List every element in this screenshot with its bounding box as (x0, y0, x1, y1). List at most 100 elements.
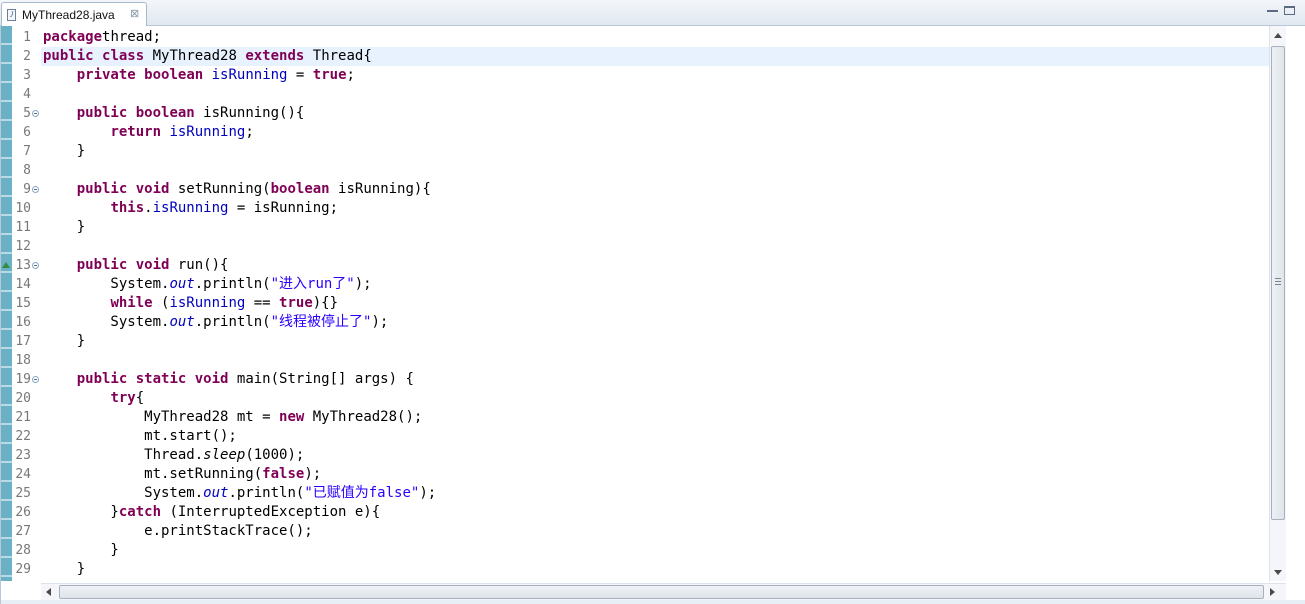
code-line[interactable]: 1 packagethread; (1, 28, 1269, 47)
code-line[interactable]: 29 } (1, 560, 1269, 579)
code-line[interactable]: 27 e.printStackTrace(); (1, 522, 1269, 541)
code-line[interactable]: 14 System.out.println("进入run了"); (1, 275, 1269, 294)
code-text[interactable]: } (41, 142, 1269, 161)
override-marker-icon[interactable] (2, 262, 10, 268)
maximize-icon[interactable] (1284, 6, 1295, 15)
code-line[interactable]: 22 mt.start(); (1, 427, 1269, 446)
fold-collapse-icon[interactable] (32, 186, 39, 193)
line-number: 7 (23, 144, 31, 159)
code-line[interactable]: 8 (1, 161, 1269, 180)
code-line[interactable]: 12 (1, 237, 1269, 256)
line-number: 21 (15, 410, 31, 425)
code-text[interactable]: } (41, 541, 1269, 560)
code-line[interactable]: 13 public void run(){ (1, 256, 1269, 275)
code-token: isRunning){ (329, 181, 431, 197)
code-line[interactable]: 16 System.out.println("线程被停止了"); (1, 313, 1269, 332)
code-line[interactable]: 4 (1, 85, 1269, 104)
code-line[interactable]: 7 } (1, 142, 1269, 161)
fold-collapse-icon[interactable] (32, 376, 39, 383)
code-text[interactable]: private boolean isRunning = true; (41, 66, 1269, 85)
vertical-scroll-thumb[interactable] (1271, 46, 1285, 520)
code-line[interactable]: 9 public void setRunning(boolean isRunni… (1, 180, 1269, 199)
code-text[interactable]: public boolean isRunning(){ (41, 104, 1269, 123)
code-line[interactable]: 24 mt.setRunning(false); (1, 465, 1269, 484)
code-text[interactable]: public static void main(String[] args) { (41, 370, 1269, 389)
code-token: return (110, 124, 162, 140)
code-text[interactable]: this.isRunning = isRunning; (41, 199, 1269, 218)
code-text[interactable]: while (isRunning == true){} (41, 294, 1269, 313)
code-token: ); (304, 466, 322, 482)
code-line[interactable]: 25 System.out.println("已赋值为false"); (1, 484, 1269, 503)
code-text[interactable]: packagethread; (41, 28, 1269, 47)
code-text[interactable]: System.out.println("已赋值为false"); (41, 484, 1269, 503)
code-area[interactable]: 1 packagethread; 2 public class MyThread28 … (1, 26, 1269, 581)
code-line[interactable]: 10 this.isRunning = isRunning; (1, 199, 1269, 218)
horizontal-scroll-thumb[interactable] (59, 585, 1264, 599)
code-text[interactable]: public void run(){ (41, 256, 1269, 275)
code-text[interactable]: try{ (41, 389, 1269, 408)
code-token: catch (118, 504, 162, 520)
fold-collapse-icon[interactable] (32, 262, 39, 269)
code-text[interactable] (41, 351, 1269, 370)
code-text[interactable]: Thread.sleep(1000); (41, 446, 1269, 465)
tab-mythread28-java[interactable]: J MyThread28.java ⊠ (1, 2, 147, 26)
code-line[interactable]: 5 public boolean isRunning(){ (1, 104, 1269, 123)
code-line[interactable]: 15 while (isRunning == true){} (1, 294, 1269, 313)
close-icon[interactable]: ⊠ (130, 8, 139, 20)
code-line[interactable]: 6 return isRunning; (1, 123, 1269, 142)
code-line[interactable]: 28 } (1, 541, 1269, 560)
code-text[interactable]: } (41, 218, 1269, 237)
code-text[interactable]: System.out.println("线程被停止了"); (41, 313, 1269, 332)
code-line[interactable]: 23 Thread.sleep(1000); (1, 446, 1269, 465)
code-line[interactable]: 19 public static void main(String[] args… (1, 370, 1269, 389)
scroll-left-arrow-icon[interactable] (46, 588, 51, 596)
minimize-icon[interactable] (1267, 6, 1278, 12)
code-text[interactable]: public void setRunning(boolean isRunning… (41, 180, 1269, 199)
code-text[interactable]: e.printStackTrace(); (41, 522, 1269, 541)
code-token: Thread. (43, 447, 204, 463)
vertical-scrollbar[interactable] (1269, 26, 1286, 581)
line-number: 28 (15, 543, 31, 558)
scroll-right-arrow-icon[interactable] (1270, 588, 1275, 596)
code-text[interactable]: System.out.println("进入run了"); (41, 275, 1269, 294)
code-text[interactable]: mt.setRunning(false); (41, 465, 1269, 484)
scroll-down-arrow-icon[interactable] (1274, 570, 1282, 575)
code-line[interactable]: 20 try{ (1, 389, 1269, 408)
scroll-up-arrow-icon[interactable] (1274, 33, 1282, 38)
line-number: 8 (23, 163, 31, 178)
code-editor[interactable]: 1 packagethread; 2 public class MyThread28 … (0, 26, 1305, 604)
code-text[interactable]: return isRunning; (41, 123, 1269, 142)
code-text[interactable]: } (41, 560, 1269, 579)
code-text[interactable] (41, 85, 1269, 104)
code-text[interactable]: } (41, 332, 1269, 351)
line-number: 5 (23, 106, 31, 121)
code-line[interactable]: 2 public class MyThread28 extends Thread{ (1, 47, 1269, 66)
code-line[interactable]: 21 MyThread28 mt = new MyThread28(); (1, 408, 1269, 427)
code-text[interactable] (41, 237, 1269, 256)
code-line[interactable]: 11 } (1, 218, 1269, 237)
code-token: void (135, 181, 170, 197)
code-line[interactable]: 26 }catch (InterruptedException e){ (1, 503, 1269, 522)
code-text[interactable]: public class MyThread28 extends Thread{ (41, 47, 1269, 66)
code-line[interactable]: 3 private boolean isRunning = true; (1, 66, 1269, 85)
code-text[interactable]: MyThread28 mt = new MyThread28(); (41, 408, 1269, 427)
horizontal-scrollbar[interactable] (41, 583, 1286, 600)
code-text[interactable]: }catch (InterruptedException e){ (41, 503, 1269, 522)
code-token: } (43, 219, 86, 235)
code-token: isRunning (169, 124, 246, 140)
code-text[interactable]: mt.start(); (41, 427, 1269, 446)
code-line[interactable]: 18 (1, 351, 1269, 370)
code-line[interactable]: 17 } (1, 332, 1269, 351)
code-token: this (110, 200, 145, 216)
line-number: 1 (23, 30, 31, 45)
code-token: out (169, 314, 195, 330)
code-token: thread; (102, 29, 162, 45)
code-text[interactable] (41, 161, 1269, 180)
fold-collapse-icon[interactable] (32, 110, 39, 117)
